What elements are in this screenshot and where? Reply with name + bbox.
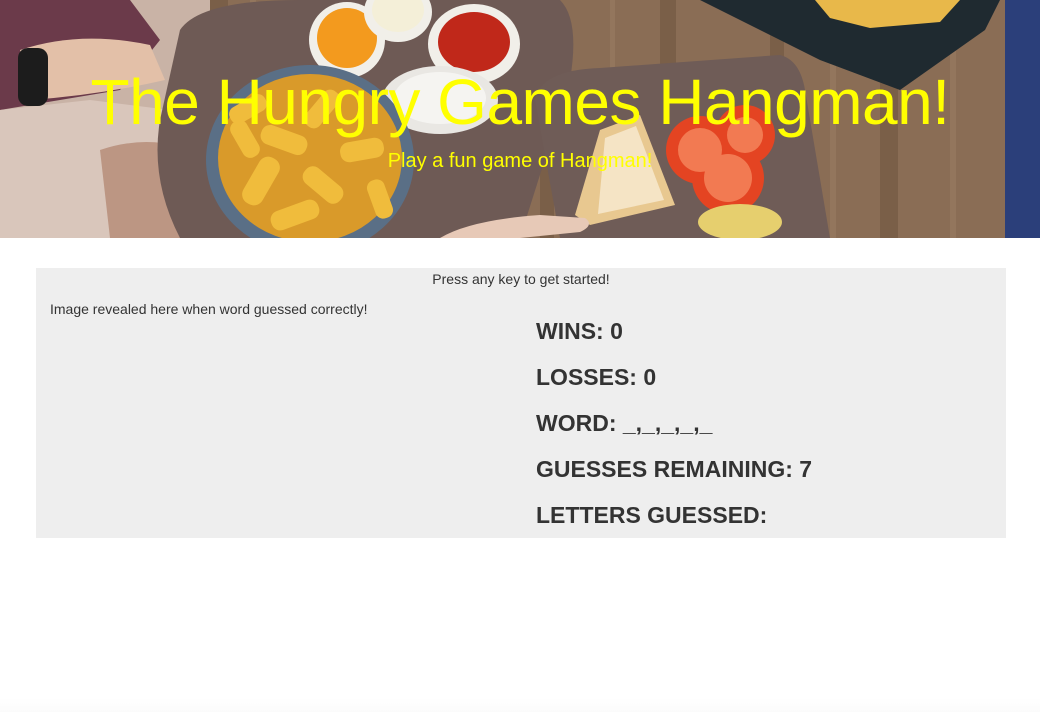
page-subtitle: Play a fun game of Hangman! [387, 150, 653, 172]
game-panel: Press any key to get started! Image reve… [36, 268, 1006, 538]
word-label: WORD: [536, 410, 617, 436]
wins-label: WINS: [536, 318, 604, 344]
losses-stat: LOSSES: 0 [536, 362, 996, 408]
letters-guessed-label: LETTERS GUESSED: [536, 502, 768, 528]
word-value: _,_,_,_,_ [622, 410, 713, 436]
letters-guessed-stat: LETTERS GUESSED: [536, 500, 996, 546]
guesses-remaining-stat: GUESSES REMAINING: 7 [536, 454, 996, 500]
losses-label: LOSSES: [536, 364, 637, 390]
wins-stat: WINS: 0 [536, 316, 996, 362]
hero-banner: The Hungry Games Hangman! Play a fun gam… [0, 0, 1040, 238]
losses-value: 0 [643, 364, 657, 390]
image-reveal-placeholder: Image revealed here when word guessed co… [50, 301, 368, 317]
game-stats: WINS: 0 LOSSES: 0 WORD: _,_,_,_,_ GUESSE… [536, 316, 996, 546]
guesses-remaining-label: GUESSES REMAINING: [536, 456, 793, 482]
wins-value: 0 [610, 318, 623, 344]
page-bottom-edge [0, 698, 1040, 712]
start-instructions: Press any key to get started! [432, 271, 610, 287]
guesses-remaining-value: 7 [799, 456, 813, 482]
word-stat: WORD: _,_,_,_,_ [536, 408, 996, 454]
page-title: The Hungry Games Hangman! [90, 66, 951, 138]
